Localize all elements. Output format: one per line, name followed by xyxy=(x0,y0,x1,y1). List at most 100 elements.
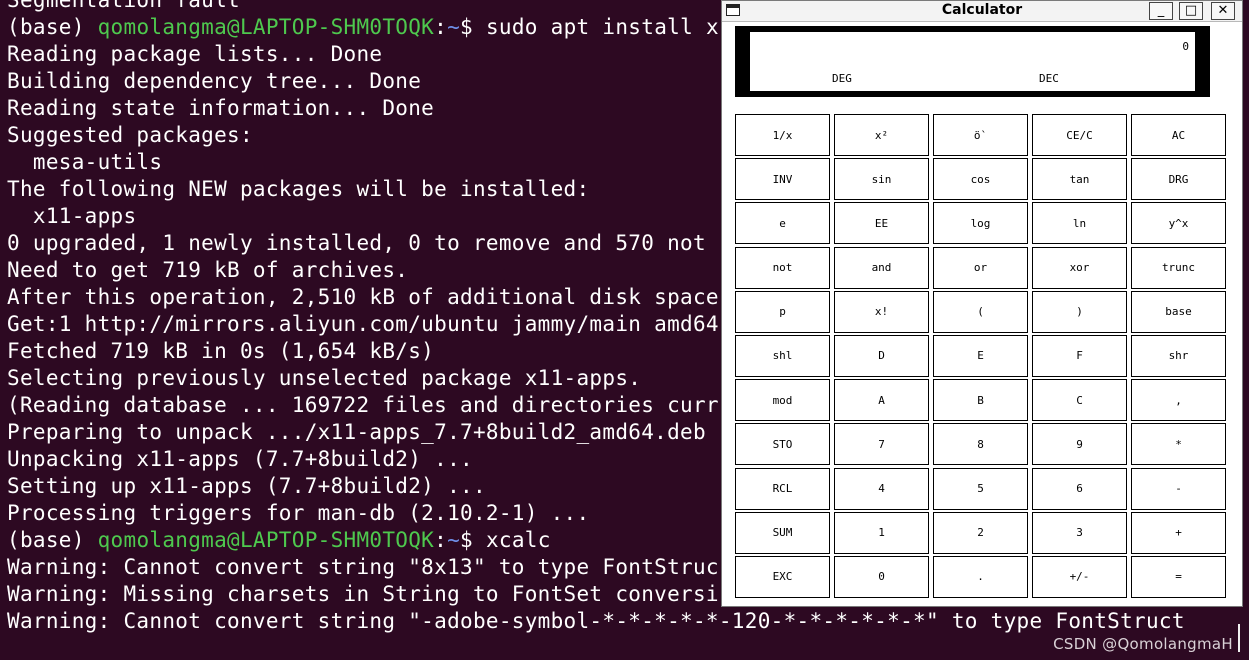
calc-key[interactable]: = xyxy=(1131,555,1226,598)
calc-key[interactable]: ln xyxy=(1032,202,1127,245)
prompt-dollar: $ xyxy=(460,15,486,39)
calc-key[interactable]: shr xyxy=(1131,334,1226,377)
output-text: After this operation, 2,510 kB of additi… xyxy=(7,285,719,309)
output-text: Get:1 http://mirrors.aliyun.com/ubuntu j… xyxy=(7,312,719,336)
calc-key[interactable]: RCL xyxy=(735,467,830,510)
calc-key[interactable]: 6 xyxy=(1032,467,1127,510)
calc-key[interactable]: - xyxy=(1131,467,1226,510)
calc-key[interactable]: shl xyxy=(735,334,830,377)
command-text: xcalc xyxy=(485,528,551,552)
calc-key[interactable]: ö` xyxy=(933,114,1028,156)
calculator-display: 0 DEG DEC xyxy=(750,32,1195,91)
calc-key[interactable]: mod xyxy=(735,379,830,422)
calc-key[interactable]: D xyxy=(834,334,929,377)
calc-key[interactable]: and xyxy=(834,246,929,289)
display-frame: 0 DEG DEC xyxy=(735,26,1210,97)
output-text: Warning: Cannot convert string "8x13" to… xyxy=(7,555,719,579)
base-mode-indicator: DEC xyxy=(1039,72,1059,85)
terminal-cursor xyxy=(1238,624,1240,652)
output-text: Segmentation fault xyxy=(7,0,240,12)
output-text: (Reading database ... 169722 files and d… xyxy=(7,393,719,417)
calc-key[interactable]: * xyxy=(1131,423,1226,466)
calc-key[interactable]: INV xyxy=(735,158,830,201)
output-text: mesa-utils xyxy=(7,150,163,174)
output-text: Reading package lists... Done xyxy=(7,42,383,66)
calc-key[interactable]: x² xyxy=(834,114,929,156)
output-text: Selecting previously unselected package … xyxy=(7,366,642,390)
output-text: The following NEW packages will be insta… xyxy=(7,177,590,201)
calc-key[interactable]: A xyxy=(834,379,929,422)
calc-key[interactable]: tan xyxy=(1032,158,1127,201)
calc-key[interactable]: 8 xyxy=(933,423,1028,466)
calc-key[interactable]: , xyxy=(1131,379,1226,422)
calc-key[interactable]: cos xyxy=(933,158,1028,201)
calc-key[interactable]: +/- xyxy=(1032,555,1127,598)
calc-key[interactable]: y^x xyxy=(1131,202,1226,245)
calc-key[interactable]: 1 xyxy=(834,511,929,554)
output-text: Need to get 719 kB of archives. xyxy=(7,258,409,282)
calc-key[interactable]: SUM xyxy=(735,511,830,554)
calc-key[interactable]: 9 xyxy=(1032,423,1127,466)
calc-key[interactable]: 2 xyxy=(933,511,1028,554)
output-text: Suggested packages: xyxy=(7,123,253,147)
calc-key[interactable]: x! xyxy=(834,290,929,333)
calc-key[interactable]: . xyxy=(933,555,1028,598)
output-text: Warning: Cannot convert string "-adobe-s… xyxy=(7,609,1185,633)
calc-key[interactable]: 4 xyxy=(834,467,929,510)
output-text: Warning: Missing charsets in String to F… xyxy=(7,582,719,606)
calc-key[interactable]: CE/C xyxy=(1032,114,1127,156)
calc-key[interactable]: E xyxy=(933,334,1028,377)
calc-key[interactable]: or xyxy=(933,246,1028,289)
calc-key[interactable]: sin xyxy=(834,158,929,201)
calc-key[interactable]: F xyxy=(1032,334,1127,377)
output-text: Unpacking x11-apps (7.7+8build2) ... xyxy=(7,447,473,471)
output-text: Preparing to unpack .../x11-apps_7.7+8bu… xyxy=(7,420,706,444)
output-text: Fetched 719 kB in 0s (1,654 kB/s) xyxy=(7,339,435,363)
watermark-text: CSDN @QomolangmaH xyxy=(1053,635,1233,653)
prompt-path: ~ xyxy=(447,528,461,552)
calculator-keypad: 1/x x² ö` CE/C AC INV sin cos tan DRG e EE log ln y^x n… xyxy=(735,114,1226,598)
prompt-separator: : xyxy=(434,15,448,39)
calc-key[interactable]: + xyxy=(1131,511,1226,554)
calc-key[interactable]: 1/x xyxy=(735,114,830,156)
calc-key[interactable]: EE xyxy=(834,202,929,245)
command-text: sudo apt install x xyxy=(485,15,719,39)
terminal-line: Warning: Cannot convert string "-adobe-s… xyxy=(7,608,1185,635)
minimize-button[interactable]: _ xyxy=(1149,2,1173,20)
output-text: 0 upgraded, 1 newly installed, 0 to remo… xyxy=(7,231,706,255)
calculator-window[interactable]: Calculator _ □ ✕ 0 DEG DEC 1/x x² ö` CE/C AC… xyxy=(721,0,1243,607)
output-text: Processing triggers for man-db (2.10.2-1… xyxy=(7,501,590,525)
calc-key[interactable]: p xyxy=(735,290,830,333)
prompt-dollar: $ xyxy=(460,528,486,552)
calc-key[interactable]: DRG xyxy=(1131,158,1226,201)
calc-key[interactable]: log xyxy=(933,202,1028,245)
close-button[interactable]: ✕ xyxy=(1211,2,1235,20)
calc-key[interactable]: e xyxy=(735,202,830,245)
output-text: x11-apps xyxy=(7,204,137,228)
calculator-titlebar[interactable]: Calculator _ □ ✕ xyxy=(722,1,1242,22)
calc-key[interactable]: C xyxy=(1032,379,1127,422)
calc-key[interactable]: trunc xyxy=(1131,246,1226,289)
calc-key[interactable]: AC xyxy=(1131,114,1226,156)
calc-key[interactable]: EXC xyxy=(735,555,830,598)
calc-key[interactable]: ( xyxy=(933,290,1028,333)
prompt-user: qomolangma@LAPTOP-SHM0TOQK xyxy=(97,528,435,552)
calc-key[interactable]: B xyxy=(933,379,1028,422)
calc-key[interactable]: 3 xyxy=(1032,511,1127,554)
prompt-env: (base) xyxy=(7,15,98,39)
prompt-user: qomolangma@LAPTOP-SHM0TOQK xyxy=(97,15,435,39)
calculator-body: 0 DEG DEC 1/x x² ö` CE/C AC INV sin cos tan DRG e E… xyxy=(722,22,1242,606)
angle-mode-indicator: DEG xyxy=(832,72,852,85)
calc-key[interactable]: ) xyxy=(1032,290,1127,333)
output-text: Reading state information... Done xyxy=(7,96,435,120)
calc-key[interactable]: xor xyxy=(1032,246,1127,289)
prompt-separator: : xyxy=(434,528,448,552)
calc-key[interactable]: base xyxy=(1131,290,1226,333)
calc-key[interactable]: 0 xyxy=(834,555,929,598)
calc-key[interactable]: 7 xyxy=(834,423,929,466)
calc-key[interactable]: not xyxy=(735,246,830,289)
calc-key[interactable]: 5 xyxy=(933,467,1028,510)
maximize-button[interactable]: □ xyxy=(1179,2,1203,20)
prompt-path: ~ xyxy=(447,15,461,39)
calc-key[interactable]: STO xyxy=(735,423,830,466)
